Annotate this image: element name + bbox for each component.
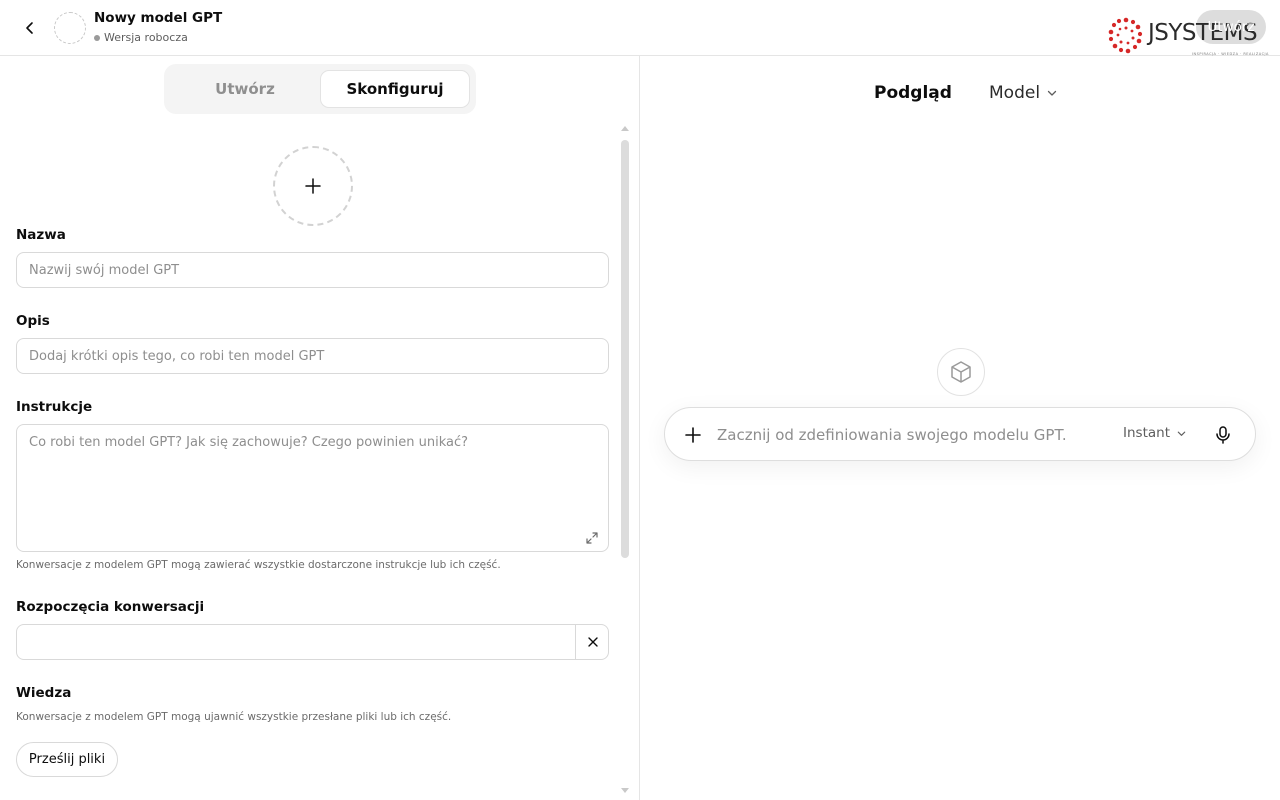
microphone-icon	[1216, 426, 1230, 444]
close-icon	[587, 637, 598, 647]
cube-icon	[951, 361, 971, 383]
gpt-title-block: Nowy model GPT Wersja robocza	[94, 10, 222, 44]
model-dropdown-label: Model	[989, 83, 1041, 103]
gpt-title: Nowy model GPT	[94, 10, 223, 26]
preview-title: Podgląd	[874, 83, 952, 103]
preview-composer: Instant	[664, 407, 1256, 461]
attach-button[interactable]	[681, 423, 705, 447]
name-label: Nazwa	[16, 227, 66, 243]
config-panel: Utwórz Skonfiguruj Nazwa Opis Instrukcje…	[0, 56, 640, 800]
draft-status: Wersja robocza	[94, 31, 222, 44]
status-text: Wersja robocza	[104, 31, 188, 44]
composer-input[interactable]	[717, 420, 1107, 450]
description-label: Opis	[16, 313, 50, 329]
instructions-hint: Konwersacje z modelem GPT mogą zawierać …	[16, 559, 501, 571]
gpt-avatar-placeholder	[54, 12, 86, 44]
plus-icon	[685, 427, 701, 443]
scroll-up-arrow[interactable]	[621, 126, 629, 131]
instructions-textarea[interactable]	[16, 424, 609, 552]
status-dot	[94, 34, 100, 41]
logo-tagline: INSPIRACJA · WIEDZA · REALIZACJA	[1192, 52, 1269, 56]
chevron-left-icon	[26, 22, 33, 34]
chevron-down-icon	[1177, 431, 1186, 436]
name-input[interactable]	[16, 252, 609, 288]
instructions-label: Instrukcje	[16, 399, 93, 415]
back-button[interactable]	[18, 16, 42, 40]
model-dropdown[interactable]: Model	[989, 83, 1058, 103]
logo-mark	[1108, 17, 1143, 54]
knowledge-label: Wiedza	[16, 685, 72, 701]
mode-dropdown[interactable]: Instant	[1123, 425, 1187, 441]
mode-switch: Utwórz Skonfiguruj	[164, 64, 476, 114]
clear-starter-button[interactable]	[575, 625, 609, 659]
expand-button[interactable]	[584, 530, 600, 546]
upload-files-button[interactable]: Prześlij pliki	[16, 742, 118, 777]
scroll-thumb[interactable]	[621, 140, 629, 558]
mode-dropdown-label: Instant	[1123, 425, 1170, 441]
knowledge-hint: Konwersacje z modelem GPT mogą ujawnić w…	[16, 711, 452, 723]
gpt-placeholder-icon	[937, 348, 985, 396]
plus-icon	[305, 178, 321, 194]
create-button-label: Utwórz	[1207, 19, 1255, 35]
chevron-down-icon	[1047, 90, 1057, 96]
starter-field	[16, 624, 609, 660]
starter-input[interactable]	[17, 625, 575, 659]
description-input[interactable]	[16, 338, 609, 374]
scrollbar[interactable]	[618, 126, 632, 800]
tab-configure[interactable]: Skonfiguruj	[320, 70, 470, 108]
top-bar: Nowy model GPT Wersja robocza Utwórz JSY…	[0, 0, 1280, 56]
scroll-down-arrow[interactable]	[621, 788, 629, 793]
add-avatar-button[interactable]	[273, 146, 353, 226]
starters-label: Rozpoczęcia konwersacji	[16, 599, 205, 615]
voice-input-button[interactable]	[1211, 423, 1235, 447]
tab-create[interactable]: Utwórz	[170, 70, 320, 108]
expand-icon	[586, 532, 598, 544]
